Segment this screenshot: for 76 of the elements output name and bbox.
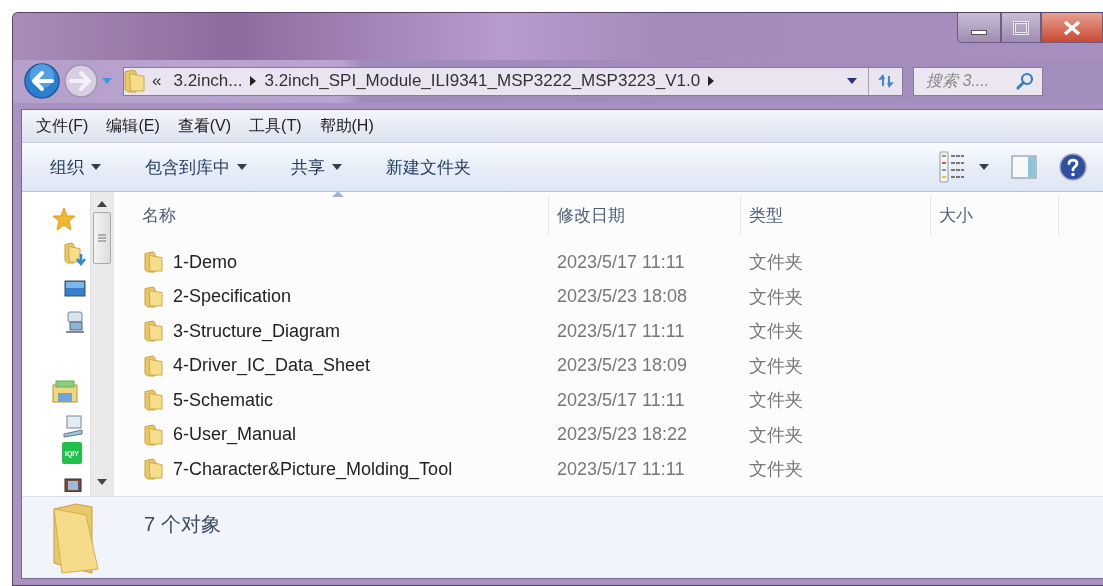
scroll-down-icon[interactable] — [96, 478, 108, 486]
file-name[interactable]: 4-Driver_IC_Data_Sheet — [173, 355, 371, 377]
file-name[interactable]: 7-Character&Picture_Molding_Tool — [173, 458, 453, 480]
search-input[interactable]: 搜索 3.... — [926, 72, 1016, 91]
file-name[interactable]: 5-Schematic — [173, 389, 274, 411]
computer-icon — [62, 414, 84, 438]
maximize-button[interactable] — [1001, 13, 1041, 43]
column-header[interactable]: 类型 — [741, 195, 931, 235]
dropdown-icon[interactable] — [846, 77, 858, 86]
toolbar-button[interactable]: 共享 — [281, 151, 352, 183]
minimize-icon — [971, 30, 987, 35]
desktop-icon — [64, 280, 86, 298]
toolbar-button[interactable]: 组织 — [40, 151, 111, 183]
modified-date: 2023/5/23 18:22 — [557, 424, 688, 445]
item-type: 文件夹 — [749, 424, 803, 445]
scrollbar-thumb[interactable] — [93, 212, 111, 264]
menu-item[interactable]: 帮助(H) — [311, 112, 382, 140]
file-name[interactable]: 6-User_Manual — [173, 424, 297, 446]
video-icon — [64, 478, 82, 492]
caret-icon — [979, 164, 989, 170]
file-name[interactable]: 1-Demo — [173, 251, 238, 273]
details-view-icon — [939, 151, 965, 183]
folder-icon — [144, 354, 164, 377]
column-header[interactable]: 大小 — [931, 195, 1059, 235]
caret-icon — [237, 164, 247, 170]
folder-icon — [144, 320, 164, 343]
breadcrumb-overflow[interactable]: « — [146, 71, 168, 92]
item-type: 文件夹 — [749, 321, 803, 342]
help-icon[interactable] — [1059, 153, 1087, 181]
item-type: 文件夹 — [749, 286, 803, 307]
caret-icon — [332, 164, 342, 170]
menu-item[interactable]: 编辑(E) — [98, 112, 168, 140]
folder-icon — [144, 458, 164, 481]
close-icon — [1063, 19, 1081, 36]
folder-icon — [144, 423, 164, 446]
close-button[interactable] — [1041, 13, 1103, 43]
modified-date: 2023/5/17 11:11 — [557, 320, 685, 341]
modified-date: 2023/5/17 11:11 — [557, 389, 685, 410]
folder-icon — [52, 503, 100, 575]
column-header[interactable]: 名称 — [114, 195, 549, 235]
item-type: 文件夹 — [749, 459, 803, 480]
modified-date: 2023/5/17 11:11 — [557, 251, 685, 272]
folder-icon — [144, 389, 164, 412]
breadcrumb-segment[interactable]: 3.2inch_SPI_Module_ILI9341_MSP3222_MSP3223_V1.0 — [258, 71, 707, 92]
file-name[interactable]: 3-Structure_Diagram — [173, 320, 341, 342]
modified-date: 2023/5/23 18:09 — [557, 355, 688, 376]
column-header[interactable]: 修改日期 — [549, 195, 741, 235]
network-icon — [64, 310, 86, 334]
maximize-icon — [1013, 20, 1029, 35]
item-type: 文件夹 — [749, 390, 803, 411]
folder-icon — [144, 285, 164, 308]
toolbar-button[interactable]: 包含到库中 — [135, 151, 257, 183]
breadcrumb-segment[interactable]: 3.2inch... — [167, 71, 249, 92]
grip-icon — [97, 233, 107, 243]
item-count: 7 个对象 — [144, 512, 221, 537]
minimize-button[interactable] — [957, 13, 1001, 43]
library-icon — [52, 380, 78, 404]
folder-icon — [124, 69, 146, 94]
modified-date: 2023/5/23 18:08 — [557, 286, 688, 307]
item-type: 文件夹 — [749, 355, 803, 376]
caret-icon — [91, 164, 101, 170]
menu-item[interactable]: 文件(F) — [28, 112, 97, 140]
folder-icon — [144, 251, 164, 274]
menu-item[interactable]: 工具(T) — [241, 112, 310, 140]
menu-item[interactable]: 查看(V) — [169, 112, 240, 140]
back-icon[interactable] — [23, 62, 61, 101]
scroll-up-icon[interactable] — [96, 200, 108, 208]
download-folder-icon — [64, 242, 86, 266]
search-icon[interactable] — [1016, 72, 1034, 91]
view-options-button[interactable] — [939, 151, 989, 183]
item-type: 文件夹 — [749, 252, 803, 273]
toolbar-button[interactable]: 新建文件夹 — [376, 151, 481, 183]
star-icon — [52, 207, 76, 231]
search-field[interactable]: 搜索 3.... — [913, 66, 1043, 96]
modified-date: 2023/5/17 11:11 — [557, 458, 685, 479]
file-name[interactable]: 2-Specification — [173, 286, 292, 308]
